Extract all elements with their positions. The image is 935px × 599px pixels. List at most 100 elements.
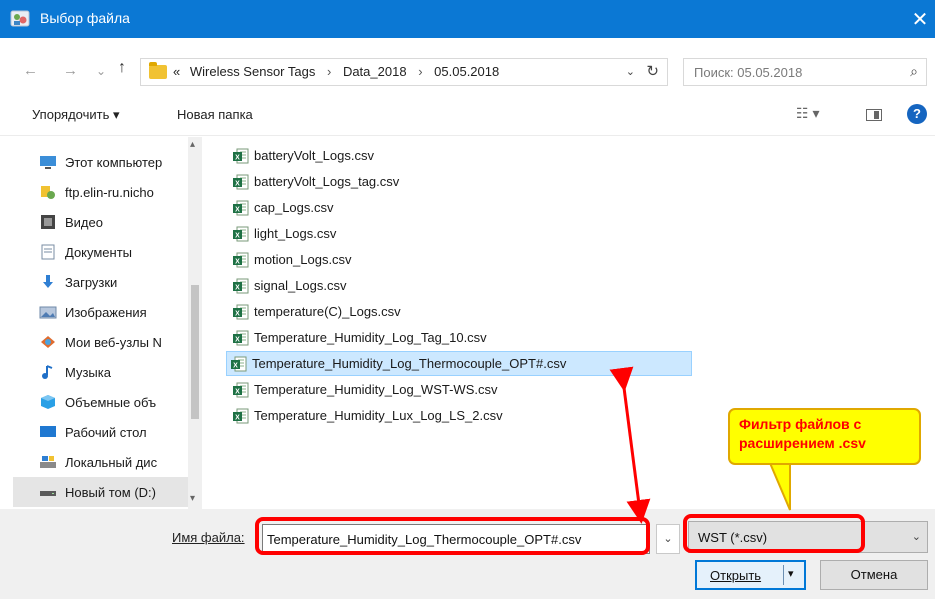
nav-item[interactable]: Видео: [13, 207, 188, 237]
nav-item[interactable]: Документы: [13, 237, 188, 267]
filename-label: Имя файла:: [172, 530, 245, 545]
file-name: signal_Logs.csv: [254, 278, 347, 293]
nav-item[interactable]: Этот компьютер: [13, 147, 188, 177]
cancel-button[interactable]: Отмена: [820, 560, 928, 590]
command-bar: Упорядочить ▾ Новая папка ☷ ▾ ?: [0, 90, 935, 136]
scroll-down-icon[interactable]: ▾: [190, 493, 195, 504]
navigation-pane: Этот компьютер ftp.elin-ru.nicho Видео Доку…: [13, 137, 203, 509]
nav-item-label: Загрузки: [65, 274, 118, 290]
breadcrumb-item[interactable]: Wireless Sensor Tags: [190, 64, 315, 79]
file-item[interactable]: Xtemperature(C)_Logs.csv: [229, 299, 401, 324]
view-options-icon[interactable]: ☷ ▾: [796, 105, 819, 122]
svg-text:X: X: [235, 414, 240, 421]
desktop-icon: [40, 426, 56, 437]
breadcrumb-item[interactable]: Data_2018: [343, 64, 407, 79]
drive-icon: [40, 491, 56, 496]
nav-item-label: Новый том (D:): [65, 484, 156, 500]
file-item[interactable]: X Temperature_Humidity_Log_WST-WS.csv: [229, 377, 497, 402]
csv-file-icon: X: [233, 252, 249, 267]
new-folder-button[interactable]: Новая папка: [177, 107, 253, 122]
file-item[interactable]: XbatteryVolt_Logs_tag.csv: [229, 169, 399, 194]
scrollbar-thumb[interactable]: [191, 285, 199, 419]
nav-item[interactable]: Загрузки: [13, 267, 188, 297]
address-field[interactable]: « Wireless Sensor Tags › Data_2018 › 05.…: [140, 58, 668, 86]
breadcrumb: « Wireless Sensor Tags › Data_2018 › 05.…: [173, 64, 499, 79]
file-name: Temperature_Humidity_Log_Thermocouple_OP…: [252, 356, 567, 371]
chevron-down-icon[interactable]: ⌄: [626, 65, 635, 78]
search-icon[interactable]: ⌕: [910, 63, 918, 80]
video-icon: [41, 215, 55, 229]
pc-icon: [40, 156, 56, 169]
nav-item[interactable]: Изображения: [13, 297, 188, 327]
file-item[interactable]: Xsignal_Logs.csv: [229, 273, 347, 298]
svg-text:X: X: [235, 232, 240, 239]
web-sites-icon: [41, 336, 55, 348]
svg-text:X: X: [233, 362, 238, 369]
file-name: batteryVolt_Logs.csv: [254, 148, 374, 163]
annotation-callout: Фильтр файлов с расширением .csv: [728, 408, 921, 465]
file-item[interactable]: Xcap_Logs.csv: [229, 195, 334, 220]
file-name: Temperature_Humidity_Log_Tag_10.csv: [254, 330, 487, 345]
up-arrow-icon[interactable]: ↑: [118, 59, 126, 77]
file-item[interactable]: Xmotion_Logs.csv: [229, 247, 352, 272]
search-placeholder: Поиск: 05.05.2018: [694, 65, 803, 80]
csv-file-icon: X: [233, 174, 249, 189]
filename-label-text: Имя файла:: [172, 530, 245, 545]
nav-item-label: Этот компьютер: [65, 154, 163, 170]
nav-item[interactable]: ftp.elin-ru.nicho: [13, 177, 188, 207]
svg-text:X: X: [235, 388, 240, 395]
filename-dropdown-icon[interactable]: ⌄: [656, 524, 680, 554]
breadcrumb-overflow[interactable]: «: [173, 64, 180, 79]
preview-pane-icon[interactable]: [866, 109, 882, 121]
nav-item-label: ftp.elin-ru.nicho: [65, 184, 154, 200]
svg-text:X: X: [235, 258, 240, 265]
local-disk-icon: [40, 456, 56, 468]
file-item[interactable]: XbatteryVolt_Logs.csv: [229, 143, 374, 168]
nav-item[interactable]: Рабочий стол: [13, 417, 188, 447]
chevron-right-icon[interactable]: ›: [327, 64, 331, 79]
breadcrumb-item[interactable]: 05.05.2018: [434, 64, 499, 79]
chevron-right-icon[interactable]: ›: [418, 64, 422, 79]
nav-item-label: Музыка: [65, 364, 111, 380]
recent-locations-icon[interactable]: ⌄: [96, 64, 106, 78]
network-location-icon: [41, 186, 55, 199]
nav-item[interactable]: Локальный дис: [13, 447, 188, 477]
navigation-scrollbar[interactable]: ▴ ▾: [188, 137, 202, 509]
svg-text:X: X: [235, 206, 240, 213]
nav-item-label: Видео: [65, 214, 103, 230]
scroll-up-icon[interactable]: ▴: [190, 139, 195, 150]
csv-file-icon: X: [233, 278, 249, 293]
file-name: Temperature_Humidity_Log_WST-WS.csv: [254, 382, 498, 397]
svg-text:X: X: [235, 154, 240, 161]
close-button[interactable]: ✕: [905, 0, 935, 38]
forward-arrow-icon[interactable]: →: [63, 62, 78, 79]
file-name: batteryVolt_Logs_tag.csv: [254, 174, 400, 189]
csv-file-icon: X: [233, 408, 249, 423]
organize-button[interactable]: Упорядочить ▾: [32, 107, 120, 123]
open-button[interactable]: Открыть ▾: [695, 560, 806, 590]
window-title: Выбор файла: [40, 10, 130, 26]
nav-item[interactable]: Музыка: [13, 357, 188, 387]
file-item[interactable]: X Temperature_Humidity_Lux_Log_LS_2.csv: [229, 403, 503, 428]
nav-item-label: Рабочий стол: [65, 424, 147, 440]
search-input[interactable]: Поиск: 05.05.2018 ⌕: [683, 58, 927, 86]
csv-file-icon: X: [233, 382, 249, 397]
file-item[interactable]: X Temperature_Humidity_Log_Thermocouple_O…: [226, 351, 692, 376]
nav-item[interactable]: Объемные объ: [13, 387, 188, 417]
help-icon[interactable]: ?: [907, 104, 927, 124]
open-button-label: Открыть: [710, 568, 762, 583]
refresh-icon[interactable]: ↻: [646, 62, 659, 80]
chevron-down-icon[interactable]: ⌄: [912, 530, 921, 543]
back-arrow-icon[interactable]: ←: [23, 62, 38, 79]
nav-item-label: Мои веб-узлы N: [65, 334, 162, 350]
nav-item-label: Объемные объ: [65, 394, 157, 410]
svg-text:X: X: [235, 284, 240, 291]
file-item[interactable]: Xlight_Logs.csv: [229, 221, 336, 246]
nav-item[interactable]: Новый том (D:): [13, 477, 188, 507]
open-options-icon[interactable]: ▾: [788, 567, 794, 580]
3d-objects-icon: [41, 395, 55, 409]
svg-text:X: X: [235, 180, 240, 187]
nav-item[interactable]: Мои веб-узлы N: [13, 327, 188, 357]
file-item[interactable]: X Temperature_Humidity_Log_Tag_10.csv: [229, 325, 487, 350]
svg-text:X: X: [235, 310, 240, 317]
